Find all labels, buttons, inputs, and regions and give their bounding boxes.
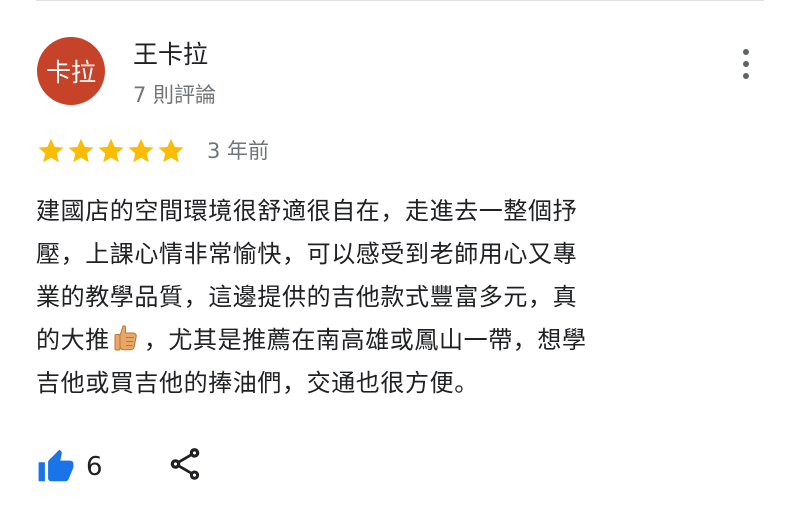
star-icon <box>68 138 94 163</box>
star-icon <box>98 138 124 163</box>
more-vert-icon <box>743 49 749 55</box>
review-card: 卡拉 王卡拉 7 則評論 3 年前 建國店的空間環境很舒適很自在，走進去一整個抒… <box>0 0 800 523</box>
like-button[interactable]: 6 <box>36 448 103 486</box>
like-count: 6 <box>86 452 103 482</box>
review-time: 3 年前 <box>207 139 270 163</box>
review-line: 壓，上課心情非常愉快，可以感受到老師用心又專 <box>36 240 578 268</box>
reviewer-review-count: 7 則評論 <box>133 83 217 107</box>
avatar-text: 卡拉 <box>45 58 96 87</box>
share-icon[interactable] <box>166 444 204 484</box>
more-vert-icon-dot <box>743 73 749 79</box>
divider <box>36 0 764 1</box>
star-icon <box>158 138 184 163</box>
review-text: 建國店的空間環境很舒適很自在，走進去一整個抒 壓，上課心情非常愉快，可以感受到老… <box>36 190 716 405</box>
avatar[interactable]: 卡拉 <box>37 37 105 105</box>
review-line: 吉他或買吉他的捧油們，交通也很方便。 <box>36 369 479 397</box>
review-line: 業的教學品質，這邊提供的吉他款式豐富多元，真 <box>36 283 578 311</box>
review-line: 的大推 ，尤其是推薦在南高雄或鳳山一帶，想學 <box>36 319 716 362</box>
star-icon <box>128 138 154 163</box>
review-line-part: 的大推 <box>36 326 110 354</box>
review-line: 建國店的空間環境很舒適很自在，走進去一整個抒 <box>36 197 578 225</box>
star-rating <box>36 133 186 169</box>
review-line-part: ，尤其是推薦在南高雄或鳳山一帶，想學 <box>143 326 587 354</box>
thumbs-up-emoji-icon <box>114 325 137 351</box>
star-icon <box>38 138 64 163</box>
more-vert-icon-dot <box>743 61 749 67</box>
thumb-up-icon <box>38 449 74 482</box>
reviewer-name[interactable]: 王卡拉 <box>133 38 208 72</box>
more-options-button[interactable] <box>730 44 762 84</box>
